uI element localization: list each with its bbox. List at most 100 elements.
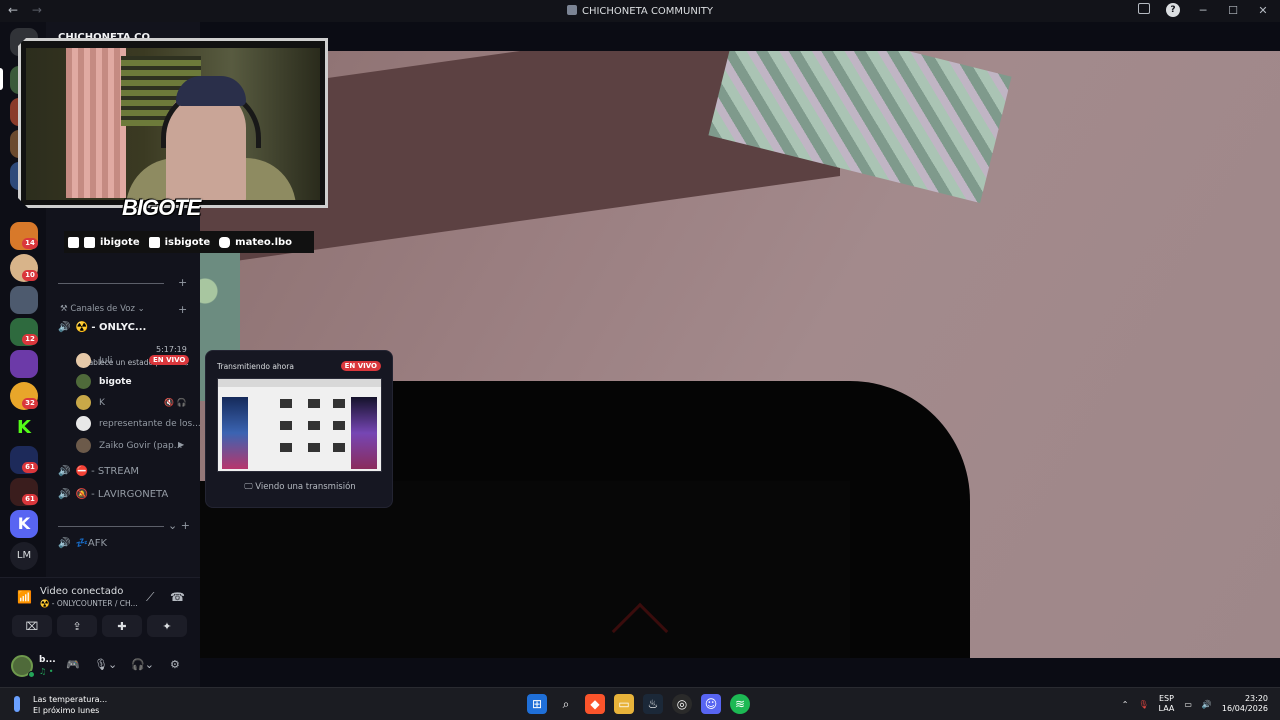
steam-icon[interactable]: ♨ (643, 694, 663, 714)
thumb-product (280, 399, 292, 408)
discord-icon[interactable]: ☺ (701, 694, 721, 714)
voice-category[interactable]: ⚒ Canales de Voz ⌄ (60, 304, 145, 314)
voice-member[interactable]: representante de los... (76, 416, 201, 431)
member-name: Zaiko Govir (pap... (99, 440, 183, 451)
voice-member[interactable]: bigote (76, 374, 132, 389)
member-name: bigote (99, 376, 132, 387)
add-channel-button[interactable]: + (178, 276, 187, 289)
webcam-feed (26, 48, 320, 200)
kick-server-icon[interactable]: K (10, 414, 38, 442)
speaker-icon: 🔊 (58, 466, 71, 477)
file-explorer-icon[interactable]: ▭ (614, 694, 634, 714)
chevron-down-icon: ⌄ (134, 304, 145, 314)
social-handle: ibigote (100, 236, 140, 248)
hammer-icon: ⚒ (60, 304, 71, 314)
thumb-product (333, 443, 345, 452)
username[interactable]: b... (39, 655, 56, 665)
volume-icon[interactable]: 🔊 (1202, 700, 1212, 709)
overlay-brand: BIGOTE (122, 195, 201, 220)
start-button[interactable]: ⊞ (527, 694, 547, 714)
stream-thumbnail[interactable] (217, 378, 382, 472)
voice-connection-panel: 📶 Video conectado ☢️ - ONLYCOUNTER / CH.… (0, 577, 200, 687)
share-screen-button[interactable]: ⇪ (57, 615, 97, 637)
settings-icon[interactable]: ⚙ (170, 658, 180, 671)
voice-channel-active[interactable]: 🔊 ☢️ - ONLYC... (58, 322, 146, 333)
weather-icon[interactable] (14, 696, 20, 712)
gamepad-icon[interactable]: 🎮 (66, 658, 80, 671)
selected-indicator (0, 68, 3, 90)
server-initials-icon[interactable]: LM (10, 542, 38, 570)
thumb-product (308, 443, 320, 452)
popup-footer-text: Viendo una transmisión (255, 482, 356, 492)
avatar (76, 416, 91, 431)
signal-icon[interactable]: 📶 (17, 590, 32, 604)
channel-timer: 5:17:19 (156, 345, 187, 354)
microphone-tray-icon[interactable]: 🎙 (1138, 700, 1148, 709)
window-title-text: CHICHONETA COMMUNITY (581, 6, 714, 17)
headphones-icon[interactable]: 🎧⌄ (131, 658, 154, 671)
thumb-product (308, 399, 320, 408)
help-icon[interactable]: ? (1166, 3, 1180, 17)
kick-blue-server-icon[interactable]: K (10, 510, 38, 538)
voice-member[interactable]: K (76, 395, 105, 410)
add-voice-channel-button[interactable]: + (178, 303, 187, 316)
network-icon[interactable]: ▭ (1184, 700, 1192, 709)
window-title: CHICHONETA COMMUNITY (0, 5, 1280, 17)
social-handle: mateo.lbo (235, 236, 293, 248)
noise-suppression-icon[interactable]: ⟋ (146, 590, 154, 605)
voice-member[interactable]: Zaiko Govir (pap... (76, 438, 182, 453)
server-icon-7[interactable] (10, 286, 38, 314)
camera-off-button[interactable]: ⌧ (12, 615, 52, 637)
voice-member[interactable]: Juli (76, 353, 112, 368)
soundboard-button[interactable]: ✦ (147, 615, 187, 637)
voice-status-title: Video conectado (40, 586, 124, 597)
voice-channel-name: 💤AFK (75, 538, 108, 549)
system-tray: ⌃ 🎙 ESP LAA ▭ 🔊 23:20 16/04/2026 (1122, 694, 1268, 714)
voice-status-subtitle[interactable]: ☢️ - ONLYCOUNTER / CH... (40, 599, 138, 608)
online-status-dot (28, 671, 35, 678)
language-indicator[interactable]: ESP LAA (1159, 694, 1175, 714)
kick-icon (84, 236, 95, 248)
voice-channel-name: ☢️ - ONLYC... (75, 322, 147, 333)
close-button[interactable]: ✕ (1256, 3, 1270, 17)
unread-badge: 10 (22, 270, 38, 281)
search-icon[interactable]: ⌕ (556, 694, 576, 714)
minimize-button[interactable]: ─ (1196, 3, 1210, 17)
thumb-product (280, 421, 292, 430)
avatar (76, 374, 91, 389)
divider (58, 283, 164, 284)
speaker-icon: 🔊 (58, 538, 71, 549)
thumb-banner-right (351, 397, 377, 469)
member-name: K (99, 397, 105, 408)
title-bar: ← → CHICHONETA COMMUNITY ? ─ ☐ ✕ (0, 0, 1280, 22)
spotify-icon[interactable]: ≋ (730, 694, 750, 714)
brave-browser-icon[interactable]: ◆ (585, 694, 605, 714)
clock[interactable]: 23:20 16/04/2026 (1222, 694, 1268, 714)
member-name: Juli (99, 355, 113, 366)
lang-line-2: LAA (1158, 704, 1175, 713)
clock-date: 16/04/2026 (1221, 704, 1268, 713)
obs-icon[interactable]: ◎ (672, 694, 692, 714)
weather-widget[interactable]: Las temperatura... El próximo lunes (33, 694, 107, 716)
chevron-up-icon[interactable]: ⌃ (1122, 700, 1129, 709)
user-activity: ♫ • (39, 667, 54, 676)
voice-channel-name: ⛔ - STREAM (75, 466, 140, 477)
thumb-product (308, 421, 320, 430)
activities-button[interactable]: ✚ (102, 615, 142, 637)
avatar (76, 438, 91, 453)
voice-channel[interactable]: 🔊 ⛔ - STREAM (58, 466, 139, 477)
server-icon-9[interactable] (10, 350, 38, 378)
popup-title: Transmitiendo ahora (217, 362, 294, 371)
stream-preview-popup[interactable]: Transmitiendo ahora EN VIVO 🖵 Viendo una… (205, 350, 393, 508)
category-add-button[interactable]: ⌄ + (168, 519, 190, 532)
inbox-icon[interactable] (1138, 3, 1150, 14)
disconnect-icon[interactable]: ☎ (170, 590, 185, 604)
social-handle: isbigote (164, 236, 211, 248)
voice-channel[interactable]: 🔊 💤AFK (58, 538, 107, 549)
maximize-button[interactable]: ☐ (1226, 3, 1240, 17)
speaker-icon: 🔊 (58, 489, 71, 500)
clock-time: 23:20 (1244, 694, 1268, 703)
voice-channel[interactable]: 🔊 🔕 - LAVIRGONETA (58, 489, 168, 500)
microphone-icon[interactable]: 🎙⌄ (94, 658, 117, 671)
member-name: representante de los... (99, 418, 201, 429)
